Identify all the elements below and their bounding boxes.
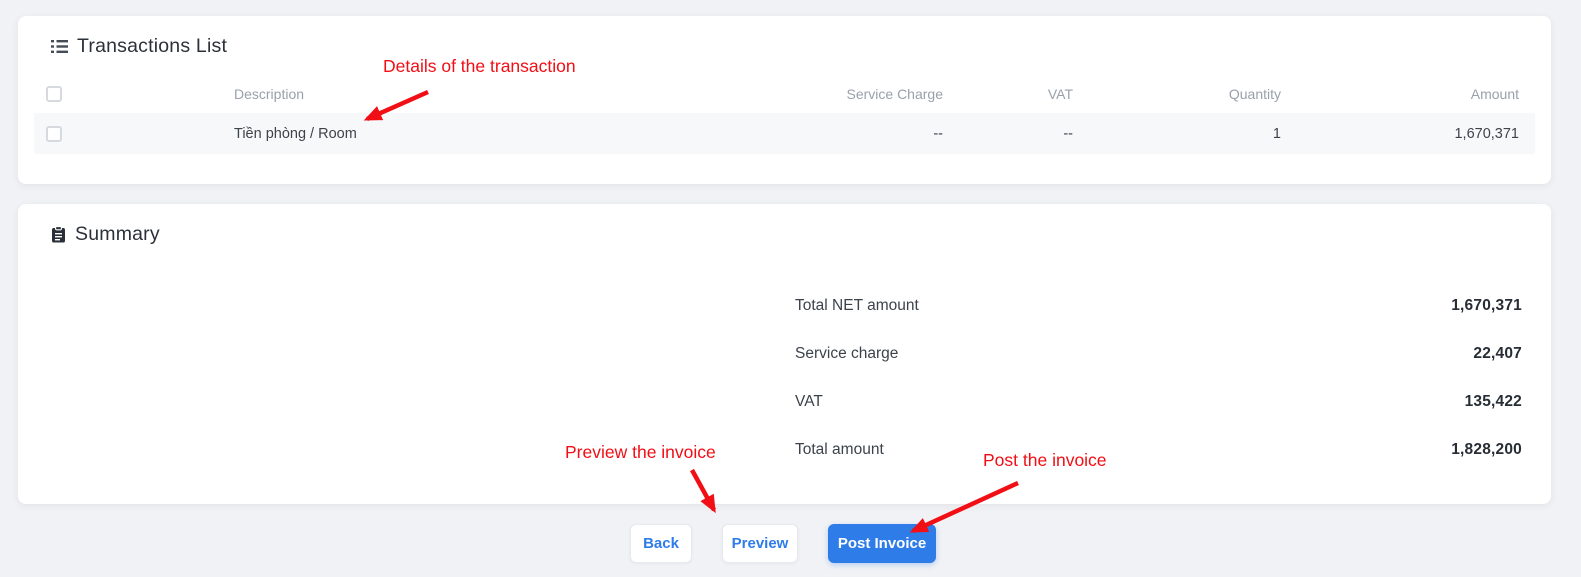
row-vat: -- [943,126,1073,142]
column-header-vat: VAT [943,86,1073,102]
total-amount-label: Total amount [795,441,884,459]
clipboard-icon [51,226,66,243]
select-all-checkbox[interactable] [46,86,62,102]
total-net-amount-label: Total NET amount [795,297,919,315]
preview-button[interactable]: Preview [722,524,798,563]
summary-row-total-net: Total NET amount 1,670,371 [795,282,1522,330]
column-header-quantity: Quantity [1073,86,1281,102]
summary-row-total-amount: Total amount 1,828,200 [795,426,1522,474]
total-net-amount-value: 1,670,371 [1451,297,1522,315]
annotation-preview-label: Preview the invoice [565,442,716,463]
row-checkbox-cell [34,126,234,142]
total-amount-value: 1,828,200 [1451,441,1522,459]
summary-row-service-charge: Service charge 22,407 [795,330,1522,378]
transaction-row[interactable]: Tiền phòng / Room -- -- 1 1,670,371 [34,113,1535,154]
row-description: Tiền phòng / Room [234,126,703,142]
row-service-charge: -- [703,126,943,142]
transactions-table-header: Description Service Charge VAT Quantity … [34,75,1535,113]
column-header-amount: Amount [1281,86,1535,102]
annotation-details-label: Details of the transaction [383,56,576,77]
header-checkbox-cell [34,86,234,102]
vat-label: VAT [795,393,823,411]
summary-card: Summary Total NET amount 1,670,371 Servi… [18,204,1551,504]
summary-card-title-label: Summary [75,223,160,246]
row-checkbox[interactable] [46,126,62,142]
annotation-post-label: Post the invoice [983,450,1107,471]
transactions-card-title-label: Transactions List [77,35,227,58]
column-header-service-charge: Service Charge [703,86,943,102]
service-charge-label: Service charge [795,345,898,363]
transactions-table: Description Service Charge VAT Quantity … [34,75,1535,154]
transactions-card-title: Transactions List [51,35,227,58]
vat-value: 135,422 [1465,393,1522,411]
summary-card-title: Summary [51,223,160,246]
invoice-posting-page: Transactions List Description Service Ch… [0,0,1581,577]
service-charge-value: 22,407 [1473,345,1522,363]
post-invoice-button[interactable]: Post Invoice [828,524,936,563]
summary-row-vat: VAT 135,422 [795,378,1522,426]
back-button[interactable]: Back [630,524,692,563]
footer-action-bar: Back Preview Post Invoice [0,524,1566,563]
list-icon [51,39,68,54]
column-header-description: Description [234,86,703,102]
transactions-card: Transactions List Description Service Ch… [18,16,1551,184]
row-amount: 1,670,371 [1281,126,1535,142]
row-quantity: 1 [1073,126,1281,142]
summary-totals: Total NET amount 1,670,371 Service charg… [795,282,1522,474]
